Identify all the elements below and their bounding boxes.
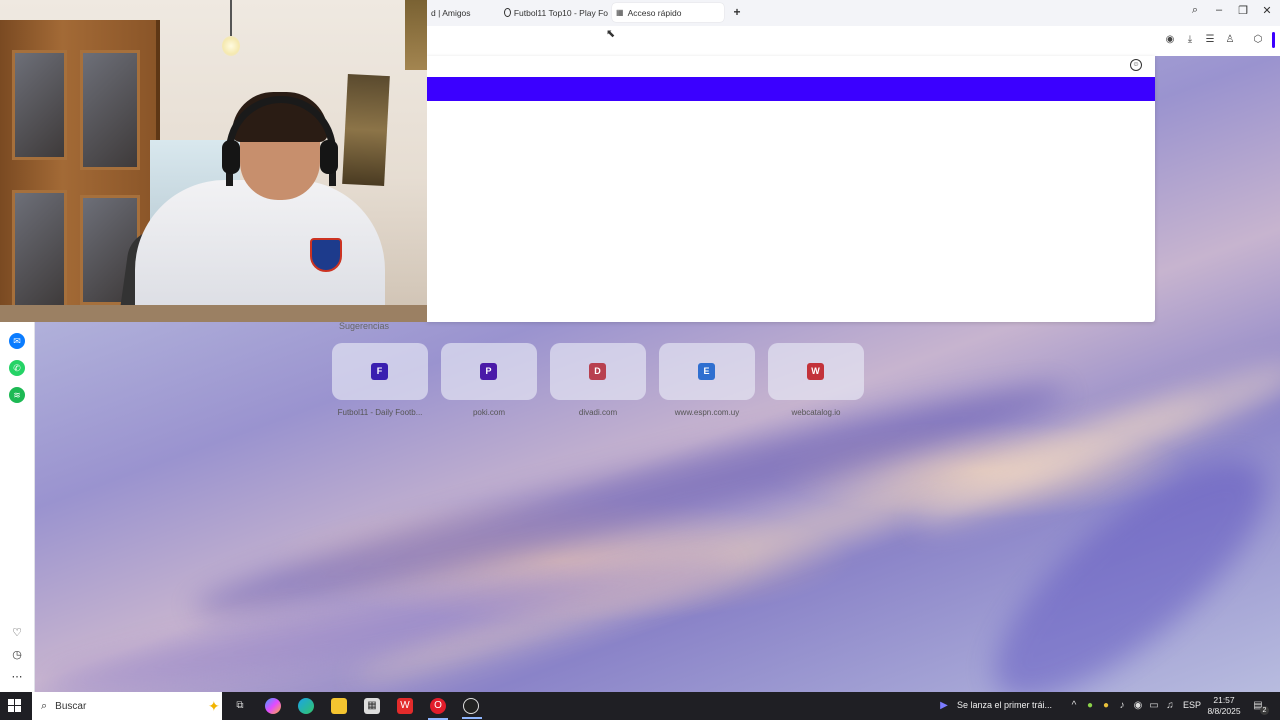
tab-acceso-rapido[interactable]: ▦ Acceso rápido	[612, 3, 724, 22]
purple-banner	[427, 77, 1155, 101]
tab-futbol11[interactable]: Futbol11 Top10 - Play Fo	[500, 3, 608, 22]
store-icon[interactable]: ▦	[364, 698, 380, 714]
tile-label: poki.com	[472, 408, 505, 417]
camera-icon[interactable]: ◉	[1164, 34, 1176, 46]
language-indicator[interactable]: ESP	[1183, 700, 1201, 710]
tray-app-icon[interactable]: ●	[1100, 700, 1112, 711]
extensions-icon[interactable]: ⬡	[1252, 34, 1264, 46]
tile-label: divadi.com	[578, 408, 618, 417]
sparkle-icon: ✦	[208, 698, 220, 714]
close-icon[interactable]: ✕	[1258, 4, 1276, 17]
plus-icon: +	[733, 5, 741, 19]
news-ticker[interactable]: Se lanza el primer trái...	[957, 700, 1052, 710]
whatsapp-icon[interactable]: ✆	[9, 360, 25, 376]
file-explorer-icon[interactable]	[331, 698, 347, 714]
heart-icon[interactable]: ♡	[10, 626, 24, 640]
grid-icon: ▦	[616, 8, 624, 17]
tab-label: Acceso rápido	[627, 7, 682, 18]
messenger-icon[interactable]: ✉	[9, 333, 25, 349]
wps-icon[interactable]: W	[397, 698, 413, 714]
search-icon: ⌕	[41, 699, 48, 712]
chevron-up-icon[interactable]: ^	[1068, 700, 1080, 711]
copilot-icon[interactable]	[265, 698, 281, 714]
overlay-panel: ☺	[427, 56, 1155, 322]
new-tab-button[interactable]: +	[730, 5, 744, 19]
task-view-icon[interactable]: ⧉	[232, 698, 248, 714]
profile-icon[interactable]: ♙	[1224, 34, 1236, 46]
search-placeholder: Buscar	[55, 700, 87, 712]
speed-dial-tile[interactable]: P	[441, 343, 537, 400]
clock[interactable]: 21:57 8/8/2025	[1204, 695, 1244, 717]
clock-date: 8/8/2025	[1207, 706, 1241, 716]
nvidia-icon[interactable]: ●	[1084, 700, 1096, 711]
cursor-icon: ⬉	[606, 28, 616, 40]
person-shirt	[135, 180, 385, 322]
tab-label: d | Amigos	[431, 7, 471, 18]
speed-dial-tile[interactable]: D	[550, 343, 646, 400]
taskbar: ⌕ Buscar ✦ ⧉ ▦ W O ▶ Se lanza el primer …	[0, 692, 1280, 720]
taskbar-search[interactable]: ⌕ Buscar ✦	[32, 692, 222, 720]
edge-icon[interactable]	[298, 698, 314, 714]
sidebar-toggle-indicator[interactable]	[1272, 32, 1275, 48]
more-icon[interactable]: ⋯	[10, 670, 24, 684]
tile-letter: E	[698, 363, 715, 380]
camera-tray-icon[interactable]: ◉	[1132, 700, 1144, 711]
volume-icon[interactable]: ♫	[1164, 700, 1176, 711]
news-icon[interactable]: ▶	[938, 700, 950, 711]
spotify-icon[interactable]: ≋	[9, 387, 25, 403]
tile-letter: P	[480, 363, 497, 380]
wall-art	[405, 0, 427, 70]
tile-label: www.espn.com.uy	[674, 408, 740, 417]
download-icon[interactable]: ⤓	[1184, 34, 1196, 46]
tile-letter: F	[371, 363, 388, 380]
minimize-icon[interactable]: –	[1210, 4, 1228, 16]
tile-letter: W	[807, 363, 824, 380]
tab-label: Futbol11 Top10 - Play Fo	[513, 7, 608, 18]
network-icon[interactable]: ▭	[1148, 700, 1160, 711]
lamp-cord	[230, 0, 232, 36]
smiley-icon[interactable]: ☺	[1130, 59, 1142, 71]
search-tabs-icon[interactable]: ⌕	[1186, 4, 1204, 17]
notification-badge: 2	[1260, 706, 1269, 715]
clock-time: 21:57	[1213, 695, 1235, 705]
microphone-icon[interactable]: ♪	[1116, 700, 1128, 711]
tile-label: Futbol11 - Daily Footb...	[337, 408, 423, 417]
headset-earcup	[222, 140, 240, 174]
shirt-crest	[310, 238, 342, 272]
speed-dial-tile[interactable]: F	[332, 343, 428, 400]
opera-gx-icon[interactable]: O	[428, 698, 448, 720]
lamp	[222, 36, 240, 56]
restore-icon[interactable]: ❐	[1234, 4, 1252, 17]
webcam-overlay	[0, 0, 427, 322]
tile-label: webcatalog.io	[791, 408, 841, 417]
desk	[0, 305, 427, 322]
obs-icon[interactable]	[462, 698, 482, 719]
suggestions-heading: Sugerencias	[339, 321, 390, 331]
tab-amigos[interactable]: d | Amigos	[427, 3, 497, 22]
speed-dial-tile[interactable]: E	[659, 343, 755, 400]
speed-dial-tile[interactable]: W	[768, 343, 864, 400]
headset-earcup	[320, 140, 338, 174]
history-icon[interactable]: ◷	[10, 648, 24, 662]
windows-start-icon[interactable]	[8, 699, 22, 713]
tile-letter: D	[589, 363, 606, 380]
globe-icon	[504, 8, 511, 17]
wall-art	[342, 73, 390, 187]
easy-setup-icon[interactable]: ☰	[1204, 34, 1216, 46]
